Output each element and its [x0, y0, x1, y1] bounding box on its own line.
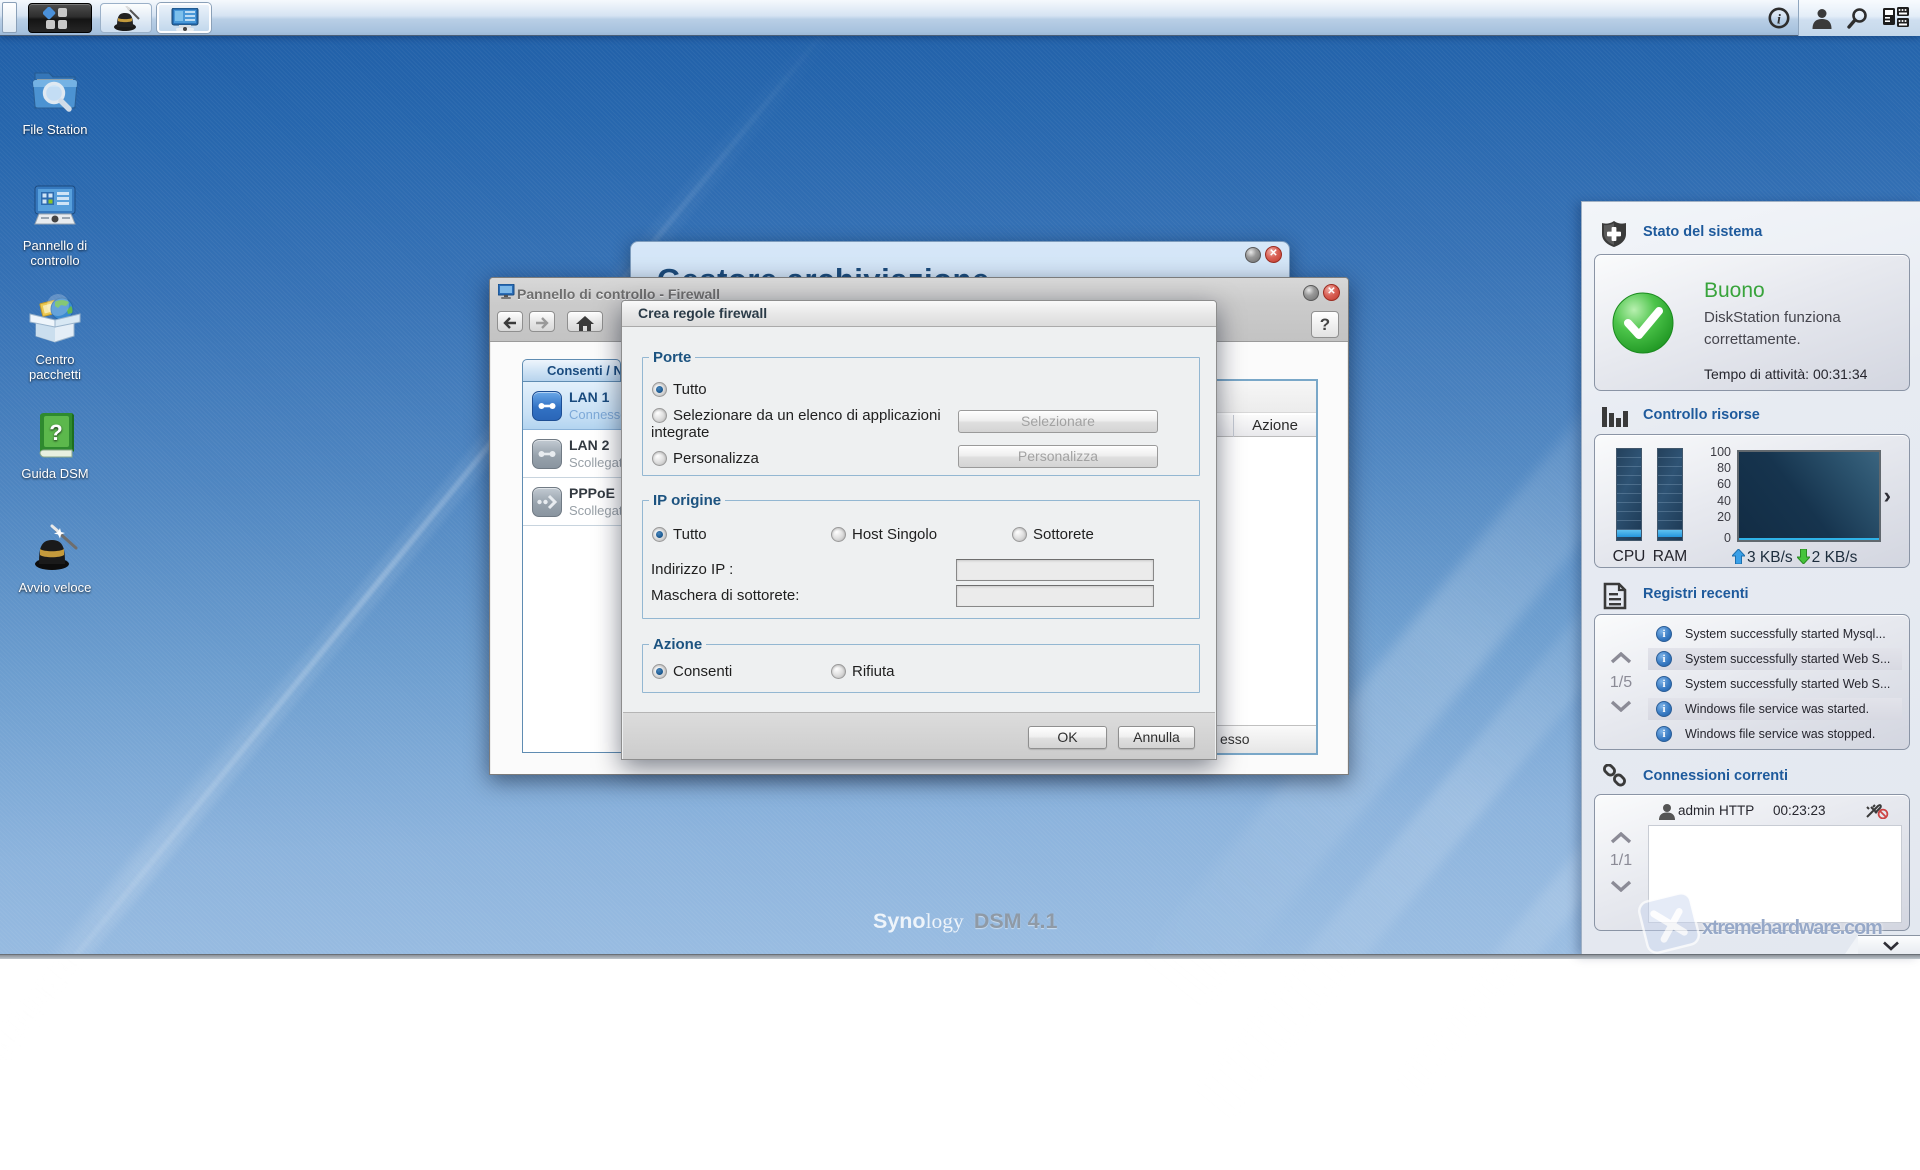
svg-text:?: ? [49, 420, 62, 445]
svg-text:i: i [1777, 13, 1781, 28]
